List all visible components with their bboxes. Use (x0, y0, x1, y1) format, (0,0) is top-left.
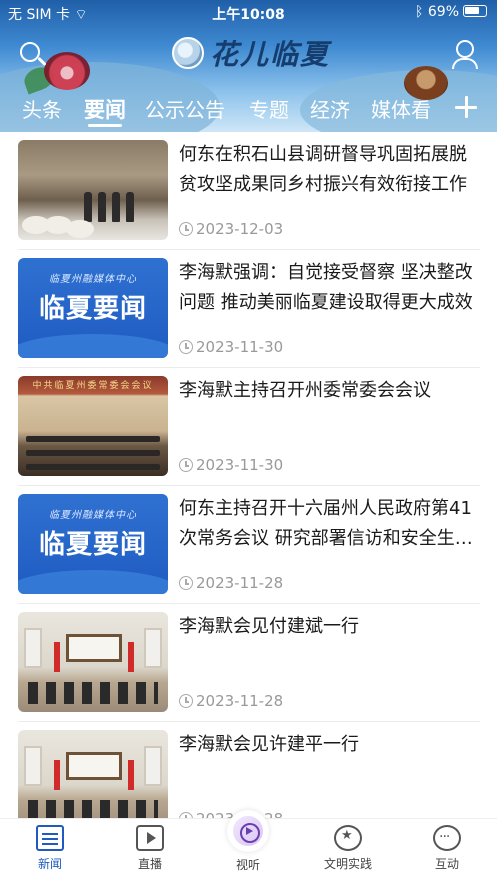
news-date: 2023-11-30 (179, 338, 283, 356)
app-header: 无 SIM 卡 ⌔ 上午10:08 ᛒ 69% 花儿临夏 头条 要闻 公示公告 … (0, 0, 497, 132)
news-thumbnail: 临夏州融媒体中心 临夏要闻 (18, 494, 168, 594)
clock-icon (179, 340, 193, 354)
tab-toutiao[interactable]: 头条 (22, 94, 62, 123)
chat-icon (433, 825, 461, 851)
bluetooth-icon: ᛒ (415, 4, 424, 20)
news-date: 2023-12-03 (179, 220, 283, 238)
nav-video-label: 视听 (235, 858, 260, 872)
user-icon (456, 40, 474, 58)
clock-icon (179, 694, 193, 708)
news-item[interactable]: 何东在积石山县调研督导巩固拓展脱贫攻坚成果同乡村振兴有效衔接工作 2023-12… (18, 132, 480, 250)
clock-icon (179, 576, 193, 590)
news-icon (36, 825, 64, 851)
status-bar: 无 SIM 卡 ⌔ 上午10:08 ᛒ 69% (0, 0, 497, 26)
news-thumbnail (18, 730, 168, 818)
play-icon (233, 816, 263, 846)
app-logo: 花儿临夏 (172, 36, 331, 71)
logo-mark-icon (172, 37, 204, 69)
tab-notices[interactable]: 公示公告 (145, 94, 225, 123)
tab-economy[interactable]: 经济 (310, 94, 350, 123)
logo-text: 花儿临夏 (210, 38, 331, 71)
nav-news[interactable]: 新闻 (10, 825, 90, 872)
news-item[interactable]: 李海默会见许建平一行 2023-11-28 (18, 722, 480, 818)
battery-icon (463, 5, 487, 17)
news-item[interactable]: 临夏州融媒体中心 临夏要闻 何东主持召开十六届州人民政府第41次常务会议 研究部… (18, 486, 480, 604)
news-title: 李海默会见许建平一行 (179, 734, 359, 755)
news-thumbnail (18, 140, 168, 240)
news-title: 何东在积石山县调研督导巩固拓展脱贫攻坚成果同乡村振兴有效衔接工作 (179, 144, 467, 195)
news-thumbnail: 中共临夏州委常委会会议 (18, 376, 168, 476)
active-tab-indicator (88, 124, 122, 127)
clock-icon (179, 222, 193, 236)
news-title: 李海默主持召开州委常委会会议 (179, 380, 431, 401)
news-title: 李海默会见付建斌一行 (179, 616, 359, 637)
search-button[interactable] (18, 40, 48, 70)
nav-video-button[interactable] (227, 810, 269, 852)
peony-flower-icon (44, 52, 90, 90)
news-thumbnail (18, 612, 168, 712)
tab-media[interactable]: 媒体看 (371, 94, 431, 123)
news-date: 2023-11-28 (179, 692, 283, 710)
news-title: 何东主持召开十六届州人民政府第41次常务会议 研究部署信访和安全生产工作 (179, 498, 473, 549)
news-date: 2023-11-28 (179, 574, 283, 592)
news-item[interactable]: 李海默会见付建斌一行 2023-11-28 (18, 604, 480, 722)
tab-special[interactable]: 专题 (249, 94, 289, 123)
live-icon (136, 825, 164, 851)
channel-tabs: 头条 要闻 公示公告 专题 经济 媒体看 (0, 90, 497, 130)
tab-yaowen[interactable]: 要闻 (84, 94, 126, 124)
news-item[interactable]: 中共临夏州委常委会会议 李海默主持召开州委常委会会议 2023-11-30 (18, 368, 480, 486)
nav-civilization[interactable]: 文明实践 (308, 825, 388, 872)
news-date: 2023-11-30 (179, 456, 283, 474)
clock-icon (179, 458, 193, 472)
user-profile-button[interactable] (450, 38, 480, 70)
news-title: 李海默强调：自觉接受督察 坚决整改问题 推动美丽临夏建设取得更大成效 (179, 262, 473, 313)
news-list: 何东在积石山县调研督导巩固拓展脱贫攻坚成果同乡村振兴有效衔接工作 2023-12… (0, 132, 497, 818)
civilization-icon (334, 825, 362, 851)
add-channel-button[interactable] (455, 96, 477, 118)
news-thumbnail: 临夏州融媒体中心 临夏要闻 (18, 258, 168, 358)
status-right: ᛒ 69% (415, 4, 487, 20)
battery-percent: 69% (427, 4, 459, 20)
nav-interact[interactable]: 互动 (407, 825, 487, 872)
nav-live[interactable]: 直播 (110, 825, 190, 872)
news-item[interactable]: 临夏州融媒体中心 临夏要闻 李海默强调：自觉接受督察 坚决整改问题 推动美丽临夏… (18, 250, 480, 368)
